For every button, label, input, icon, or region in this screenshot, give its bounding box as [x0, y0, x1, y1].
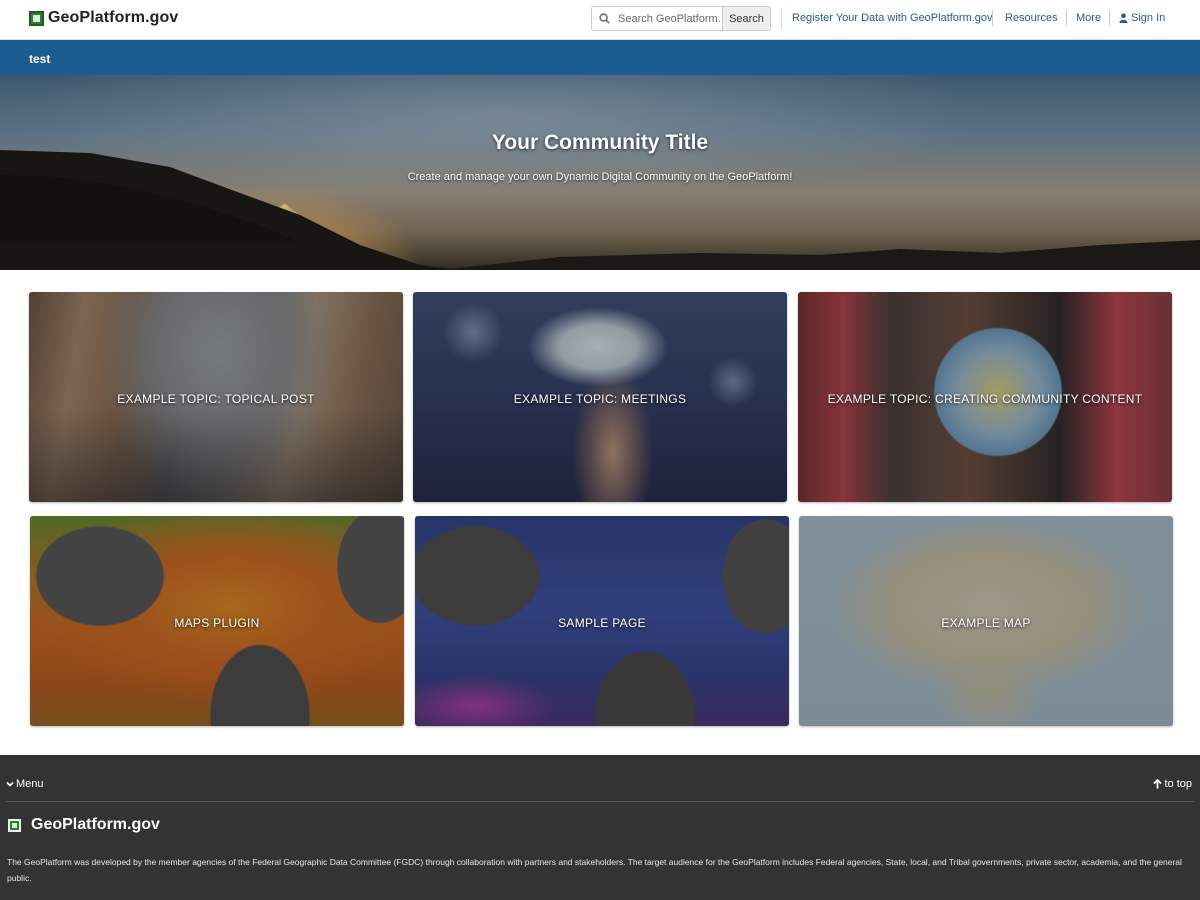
community-name[interactable]: test: [29, 52, 50, 66]
nav-divider: [1109, 10, 1110, 26]
search-button[interactable]: Search: [722, 7, 770, 30]
site-footer: Menu to top GeoPlatform.gov The GeoPlatf…: [0, 755, 1200, 900]
chevron-down-icon: [6, 780, 14, 788]
user-icon: [1119, 13, 1128, 23]
back-to-top-link[interactable]: to top: [1153, 778, 1192, 790]
topic-card-community-content[interactable]: EXAMPLE TOPIC: CREATING COMMUNITY CONTEN…: [798, 292, 1172, 502]
nav-divider: [992, 10, 993, 26]
arrow-up-icon: [1153, 779, 1163, 789]
footer-description: The GeoPlatform was developed by the mem…: [7, 857, 1182, 883]
brand-title: GeoPlatform.gov: [48, 9, 179, 26]
community-bar: test: [0, 40, 1200, 75]
geoplatform-logo-icon: [29, 10, 44, 26]
register-data-link[interactable]: Register Your Data with GeoPlatform.gov: [792, 12, 993, 24]
nav-divider: [1066, 10, 1067, 26]
sign-in-link[interactable]: Sign In: [1119, 12, 1165, 24]
brand-link[interactable]: GeoPlatform.gov: [29, 9, 178, 27]
search-input[interactable]: [616, 7, 722, 30]
more-link[interactable]: More: [1076, 12, 1101, 24]
card-title: EXAMPLE MAP: [941, 616, 1031, 630]
topic-card-meetings[interactable]: EXAMPLE TOPIC: MEETINGS: [413, 292, 787, 502]
footer-brand-title: GeoPlatform.gov: [31, 816, 160, 833]
search-icon: [592, 7, 616, 30]
card-title: SAMPLE PAGE: [558, 616, 646, 630]
resources-link[interactable]: Resources: [1005, 12, 1058, 24]
card-title: EXAMPLE TOPIC: TOPICAL POST: [117, 392, 315, 406]
geoplatform-logo-icon: [8, 818, 21, 832]
card-example-map[interactable]: EXAMPLE MAP: [799, 516, 1173, 726]
to-top-label: to top: [1164, 778, 1192, 790]
sign-in-label: Sign In: [1131, 12, 1166, 24]
footer-brand[interactable]: GeoPlatform.gov: [8, 816, 160, 834]
footer-divider: [6, 801, 1194, 802]
top-navbar: GeoPlatform.gov Search Register Your Dat…: [0, 0, 1200, 40]
footer-menu-label: Menu: [16, 778, 44, 790]
search-form: Search: [591, 6, 771, 31]
card-maps-plugin[interactable]: MAPS PLUGIN: [30, 516, 404, 726]
hero-banner: Your Community Title Create and manage y…: [0, 75, 1200, 270]
footer-menu-toggle[interactable]: Menu: [6, 778, 44, 790]
card-title: EXAMPLE TOPIC: CREATING COMMUNITY CONTEN…: [827, 392, 1143, 406]
topic-card-topical-post[interactable]: EXAMPLE TOPIC: TOPICAL POST: [29, 292, 403, 502]
hero-title: Your Community Title: [491, 131, 709, 154]
card-sample-page[interactable]: SAMPLE PAGE: [415, 516, 789, 726]
card-title: EXAMPLE TOPIC: MEETINGS: [513, 392, 687, 406]
nav-divider: [781, 8, 782, 30]
hero-subtitle: Create and manage your own Dynamic Digit…: [407, 171, 793, 183]
card-title: MAPS PLUGIN: [174, 616, 260, 630]
